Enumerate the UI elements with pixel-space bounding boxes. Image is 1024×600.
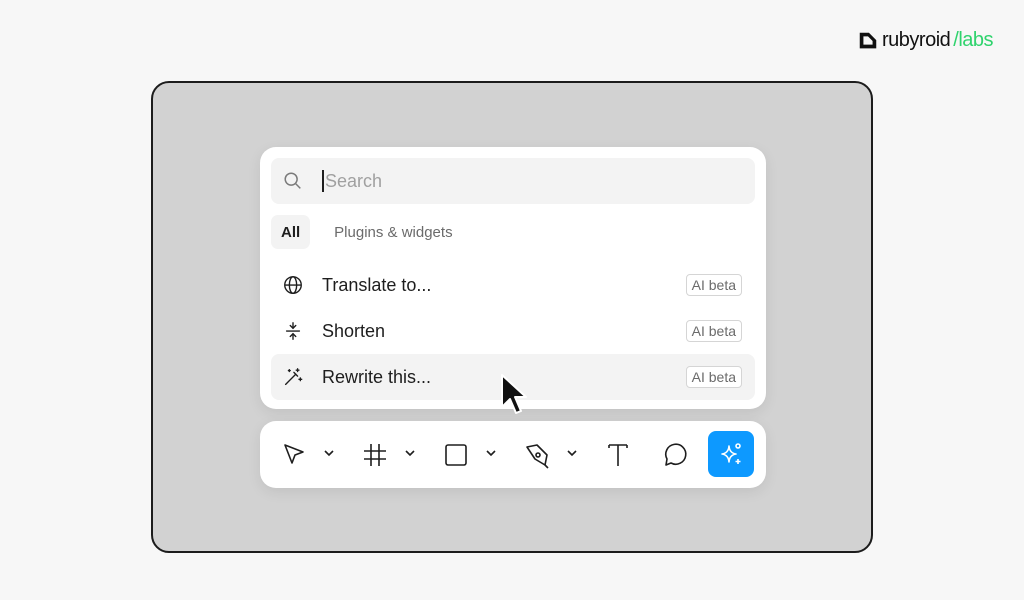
actions-panel: All Plugins & widgets Translate to... AI… (260, 147, 766, 409)
item-label: Translate to... (322, 274, 432, 295)
shorten-icon (285, 322, 301, 340)
search-icon (284, 172, 301, 189)
item-label: Rewrite this... (322, 366, 432, 387)
chevron-down-icon[interactable] (565, 446, 579, 460)
text-caret (322, 170, 324, 192)
mouse-pointer-icon (501, 374, 527, 414)
text-icon (608, 444, 628, 466)
tab-bar: All Plugins & widgets (271, 215, 463, 249)
tab-all[interactable]: All (271, 215, 311, 249)
chevron-down-icon[interactable] (484, 446, 498, 460)
tab-plugins-widgets[interactable]: Plugins & widgets (324, 215, 462, 249)
globe-icon (284, 276, 302, 294)
pen-nib-icon (526, 444, 549, 469)
hash-frame-icon (364, 444, 386, 466)
magic-wand-icon (284, 368, 303, 386)
move-tool-button[interactable] (278, 433, 310, 477)
search-bar[interactable] (271, 158, 755, 204)
item-label: Shorten (322, 320, 386, 341)
text-tool-button[interactable] (602, 433, 634, 477)
pen-tool-button[interactable] (521, 433, 553, 477)
chevron-down-icon[interactable] (322, 446, 336, 460)
list-item-shorten[interactable]: Shorten AI beta (271, 308, 755, 354)
comment-bubble-icon (664, 443, 687, 466)
brand-logo: rubyroid/labs (857, 29, 994, 52)
search-input[interactable] (325, 170, 705, 192)
ai-beta-badge: AI beta (685, 366, 742, 388)
bottom-toolbar (260, 421, 766, 488)
comment-tool-button[interactable] (659, 433, 691, 477)
chevron-down-icon[interactable] (403, 446, 417, 460)
ai-beta-badge: AI beta (685, 274, 742, 296)
arrow-pointer-icon (284, 444, 304, 464)
ai-tool-button[interactable] (708, 431, 754, 477)
logo-text-primary: rubyroid (882, 29, 951, 51)
rectangle-icon (445, 444, 467, 466)
ai-beta-badge: AI beta (685, 320, 742, 342)
logo-text-secondary: /labs (953, 29, 994, 51)
list-item-translate[interactable]: Translate to... AI beta (271, 262, 755, 308)
rubyroid-logo-icon (859, 32, 877, 48)
ai-sparkle-icon (721, 443, 741, 464)
frame-tool-button[interactable] (359, 433, 391, 477)
shape-tool-button[interactable] (440, 433, 472, 477)
